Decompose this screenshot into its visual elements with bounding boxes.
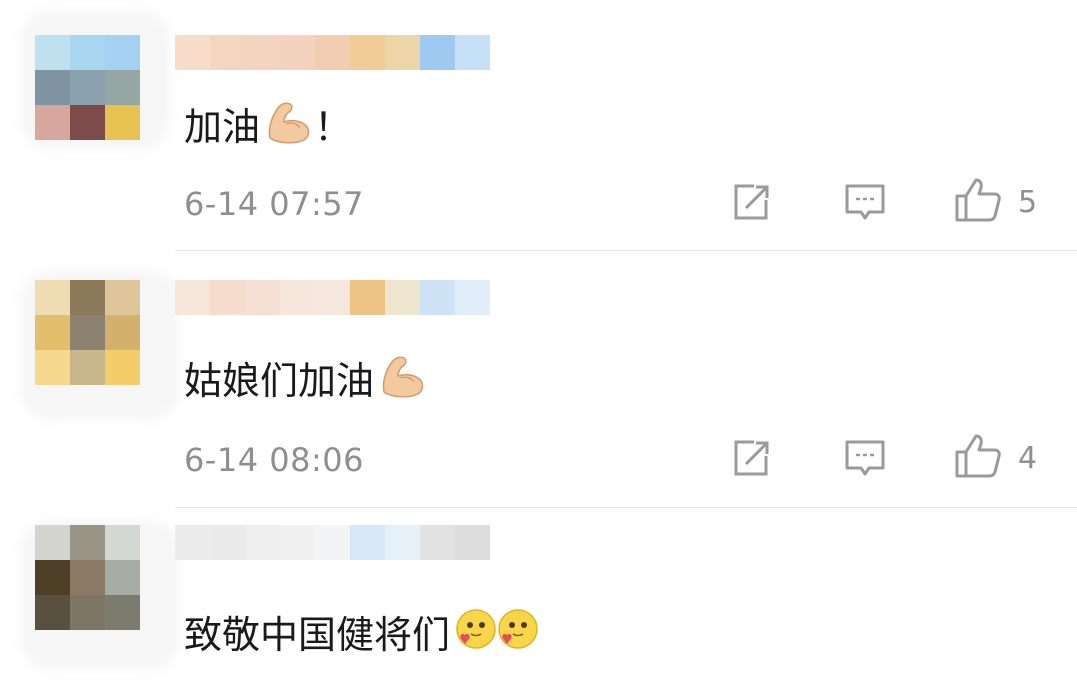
avatar-pixel (105, 525, 140, 560)
username-pixel (385, 525, 420, 560)
username-pixel (420, 525, 455, 560)
avatar-pixel (35, 560, 70, 595)
avatar-pixel (70, 560, 105, 595)
avatar-pixel (35, 525, 70, 560)
avatar-pixel (70, 595, 105, 630)
username-pixel (455, 525, 490, 560)
username-pixel (175, 525, 210, 560)
username-pixel (350, 525, 385, 560)
avatar-pixel (105, 560, 140, 595)
username-pixel (245, 525, 280, 560)
username-blurred[interactable] (175, 525, 490, 560)
avatar-pixel (35, 595, 70, 630)
avatar[interactable] (35, 525, 140, 630)
comment-item: 致敬中国健将们 (0, 0, 1077, 680)
avatar-pixel (70, 525, 105, 560)
comment-text-body: 致敬中国健将们 (184, 612, 451, 657)
comment-text: 致敬中国健将们 (184, 606, 542, 663)
username-pixel (280, 525, 315, 560)
avatar-pixel (105, 595, 140, 630)
blushing-face-with-heart-icon (454, 606, 542, 663)
username-pixel (210, 525, 245, 560)
username-pixel (315, 525, 350, 560)
